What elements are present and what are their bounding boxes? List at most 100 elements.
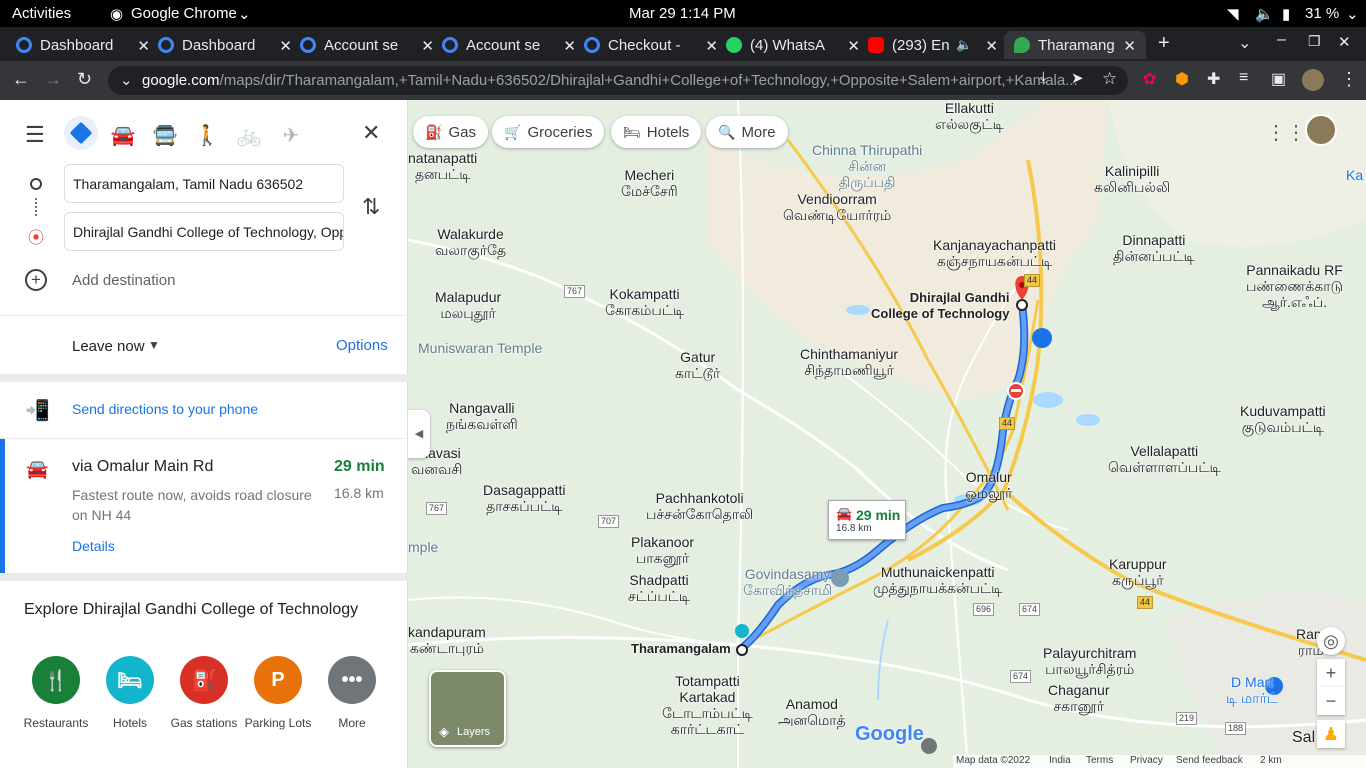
- profile-avatar[interactable]: [1302, 69, 1324, 91]
- forward-icon[interactable]: →: [44, 69, 62, 90]
- browser-tab[interactable]: Dashboard ✕: [158, 31, 292, 59]
- add-destination-button[interactable]: Add destination: [72, 272, 175, 289]
- feedback-link[interactable]: Send feedback: [1176, 755, 1243, 766]
- site-info-icon[interactable]: ⌄: [120, 71, 133, 89]
- layers-button[interactable]: ◈ Layers: [429, 670, 506, 747]
- origin-input[interactable]: Tharamangalam, Tamil Nadu 636502: [64, 164, 344, 203]
- side-panel-icon[interactable]: ▣: [1271, 69, 1286, 89]
- close-tab-icon[interactable]: ✕: [421, 37, 434, 55]
- install-icon[interactable]: ⤓: [1040, 69, 1047, 86]
- mode-transit-icon[interactable]: 🚍: [150, 120, 180, 150]
- chip-groceries[interactable]: 🛒 Groceries: [492, 116, 605, 148]
- back-icon[interactable]: ←: [12, 69, 30, 90]
- map-label-origin[interactable]: Tharamangalam: [631, 641, 731, 657]
- reload-icon[interactable]: ↻: [77, 69, 92, 90]
- maximize-icon[interactable]: ❐: [1308, 33, 1321, 50]
- close-window-icon[interactable]: ✕: [1338, 33, 1351, 51]
- map-canvas[interactable]: ⛽ Gas 🛒 Groceries 🛏 Hotels 🔍 More ⋮⋮⋮ Ellaku…: [408, 100, 1366, 768]
- options-button[interactable]: Options: [336, 337, 388, 354]
- parking-icon[interactable]: P: [254, 656, 302, 704]
- map-label: kandapuram கண்டாபுரம்: [408, 624, 486, 656]
- mode-best-icon[interactable]: [64, 116, 98, 150]
- address-bar[interactable]: ⌄ google.com/maps/dir/Tharamangalam,+Tam…: [108, 66, 1128, 95]
- chevron-down-icon: ⌄: [238, 6, 251, 23]
- tab-favicon-icon: [584, 37, 600, 53]
- route-option[interactable]: 🚘 via Omalur Main Rd 29 min Fastest rout…: [0, 439, 408, 573]
- close-tab-icon[interactable]: ✕: [137, 37, 150, 55]
- route-time: 29 min: [334, 458, 385, 475]
- close-directions-icon[interactable]: ✕: [362, 120, 380, 146]
- road-shield: 767: [564, 285, 586, 298]
- speaker-icon[interactable]: 🔈: [956, 37, 972, 53]
- bookmark-star-icon[interactable]: ☆: [1102, 69, 1117, 89]
- close-tab-icon[interactable]: ✕: [279, 37, 292, 55]
- browser-tab[interactable]: Account se ✕: [442, 31, 576, 59]
- zoom-in-button[interactable]: +: [1317, 659, 1345, 687]
- chip-gas[interactable]: ⛽ Gas: [413, 116, 488, 148]
- origin-circle-icon: [30, 178, 42, 190]
- phone-send-icon[interactable]: 📲: [25, 398, 50, 423]
- extensions-puzzle-icon[interactable]: ✚: [1207, 69, 1220, 89]
- pegman-icon[interactable]: ♟: [1317, 720, 1345, 748]
- media-queue-icon[interactable]: ≡: [1239, 69, 1248, 87]
- my-location-icon[interactable]: ◎: [1317, 627, 1345, 655]
- swap-icon[interactable]: ⇅: [362, 194, 380, 220]
- browser-tab[interactable]: (4) WhatsA ✕: [726, 31, 860, 59]
- mode-cycling-icon[interactable]: 🚲: [234, 120, 264, 150]
- minimize-icon[interactable]: –: [1277, 31, 1286, 49]
- extension-hex-icon[interactable]: ⬢: [1175, 69, 1189, 89]
- destination-input[interactable]: Dhirajlal Gandhi College of Technology, …: [64, 212, 344, 251]
- restaurants-icon[interactable]: 🍴: [32, 656, 80, 704]
- route-dots-icon: [35, 198, 37, 216]
- browser-tab[interactable]: Checkout - ✕: [584, 31, 718, 59]
- clock[interactable]: Mar 29 1:14 PM: [629, 5, 736, 22]
- activities-button[interactable]: Activities: [12, 5, 71, 22]
- app-menu[interactable]: Google Chrome: [131, 5, 237, 22]
- more-dots-icon[interactable]: •••: [328, 656, 376, 704]
- terms-link[interactable]: Terms: [1086, 755, 1113, 766]
- map-label: Plakanoor பாகனூர்: [631, 534, 695, 566]
- browser-tab[interactable]: Account se ✕: [300, 31, 434, 59]
- browser-tab[interactable]: (293) En 🔈 ✕: [868, 31, 998, 59]
- mode-flight-icon[interactable]: ✈: [276, 120, 306, 150]
- close-tab-icon[interactable]: ✕: [705, 37, 718, 55]
- map-label: Shadpatti சட்ப்பட்டி: [628, 572, 691, 604]
- send-to-phone-link[interactable]: Send directions to your phone: [72, 401, 258, 417]
- tab-favicon-icon: [158, 37, 174, 53]
- browser-tab-active[interactable]: Tharamang ✕: [1004, 31, 1146, 59]
- close-tab-icon[interactable]: ✕: [1123, 37, 1136, 55]
- mode-walking-icon[interactable]: 🚶: [192, 120, 222, 150]
- privacy-link[interactable]: Privacy: [1130, 755, 1163, 766]
- hotels-icon[interactable]: 🛏: [106, 656, 154, 704]
- account-avatar[interactable]: [1305, 114, 1337, 146]
- close-tab-icon[interactable]: ✕: [847, 37, 860, 55]
- chip-more[interactable]: 🔍 More: [706, 116, 788, 148]
- road-shield: 707: [598, 515, 620, 528]
- airport-marker: [1032, 328, 1052, 348]
- browser-tab[interactable]: Dashboard ✕: [16, 31, 150, 59]
- close-tab-icon[interactable]: ✕: [985, 37, 998, 55]
- map-label-destination[interactable]: Dhirajlal Gandhi College of Technology: [871, 290, 1009, 322]
- add-destination-icon[interactable]: +: [25, 269, 47, 291]
- new-tab-icon[interactable]: +: [1158, 32, 1170, 55]
- zoom-out-button[interactable]: −: [1317, 687, 1345, 715]
- tab-search-icon[interactable]: ⌄: [1238, 33, 1251, 53]
- menu-kebab-icon[interactable]: ⋮: [1340, 69, 1358, 90]
- route-time-callout[interactable]: 🚘 29 min 16.8 km: [828, 500, 906, 540]
- battery-level: 31 %: [1305, 5, 1340, 22]
- hamburger-menu-icon[interactable]: ☰: [25, 122, 45, 148]
- scale-label[interactable]: 2 km: [1260, 755, 1282, 766]
- leave-now-dropdown[interactable]: Leave now: [72, 338, 145, 355]
- gas-station-icon[interactable]: ⛽: [180, 656, 228, 704]
- explore-more-label[interactable]: More: [307, 716, 397, 730]
- close-tab-icon[interactable]: ✕: [563, 37, 576, 55]
- region-link[interactable]: India: [1049, 755, 1071, 766]
- caret-down-icon[interactable]: ▼: [148, 338, 160, 352]
- collapse-panel-button[interactable]: ◀: [408, 410, 430, 458]
- details-link[interactable]: Details: [72, 538, 115, 554]
- send-icon[interactable]: ➤: [1071, 69, 1084, 87]
- chip-hotels[interactable]: 🛏 Hotels: [611, 116, 702, 148]
- layers-label: Layers: [457, 726, 491, 738]
- extension-color-icon[interactable]: ✿: [1143, 69, 1156, 89]
- mode-driving-icon[interactable]: 🚘: [108, 120, 138, 150]
